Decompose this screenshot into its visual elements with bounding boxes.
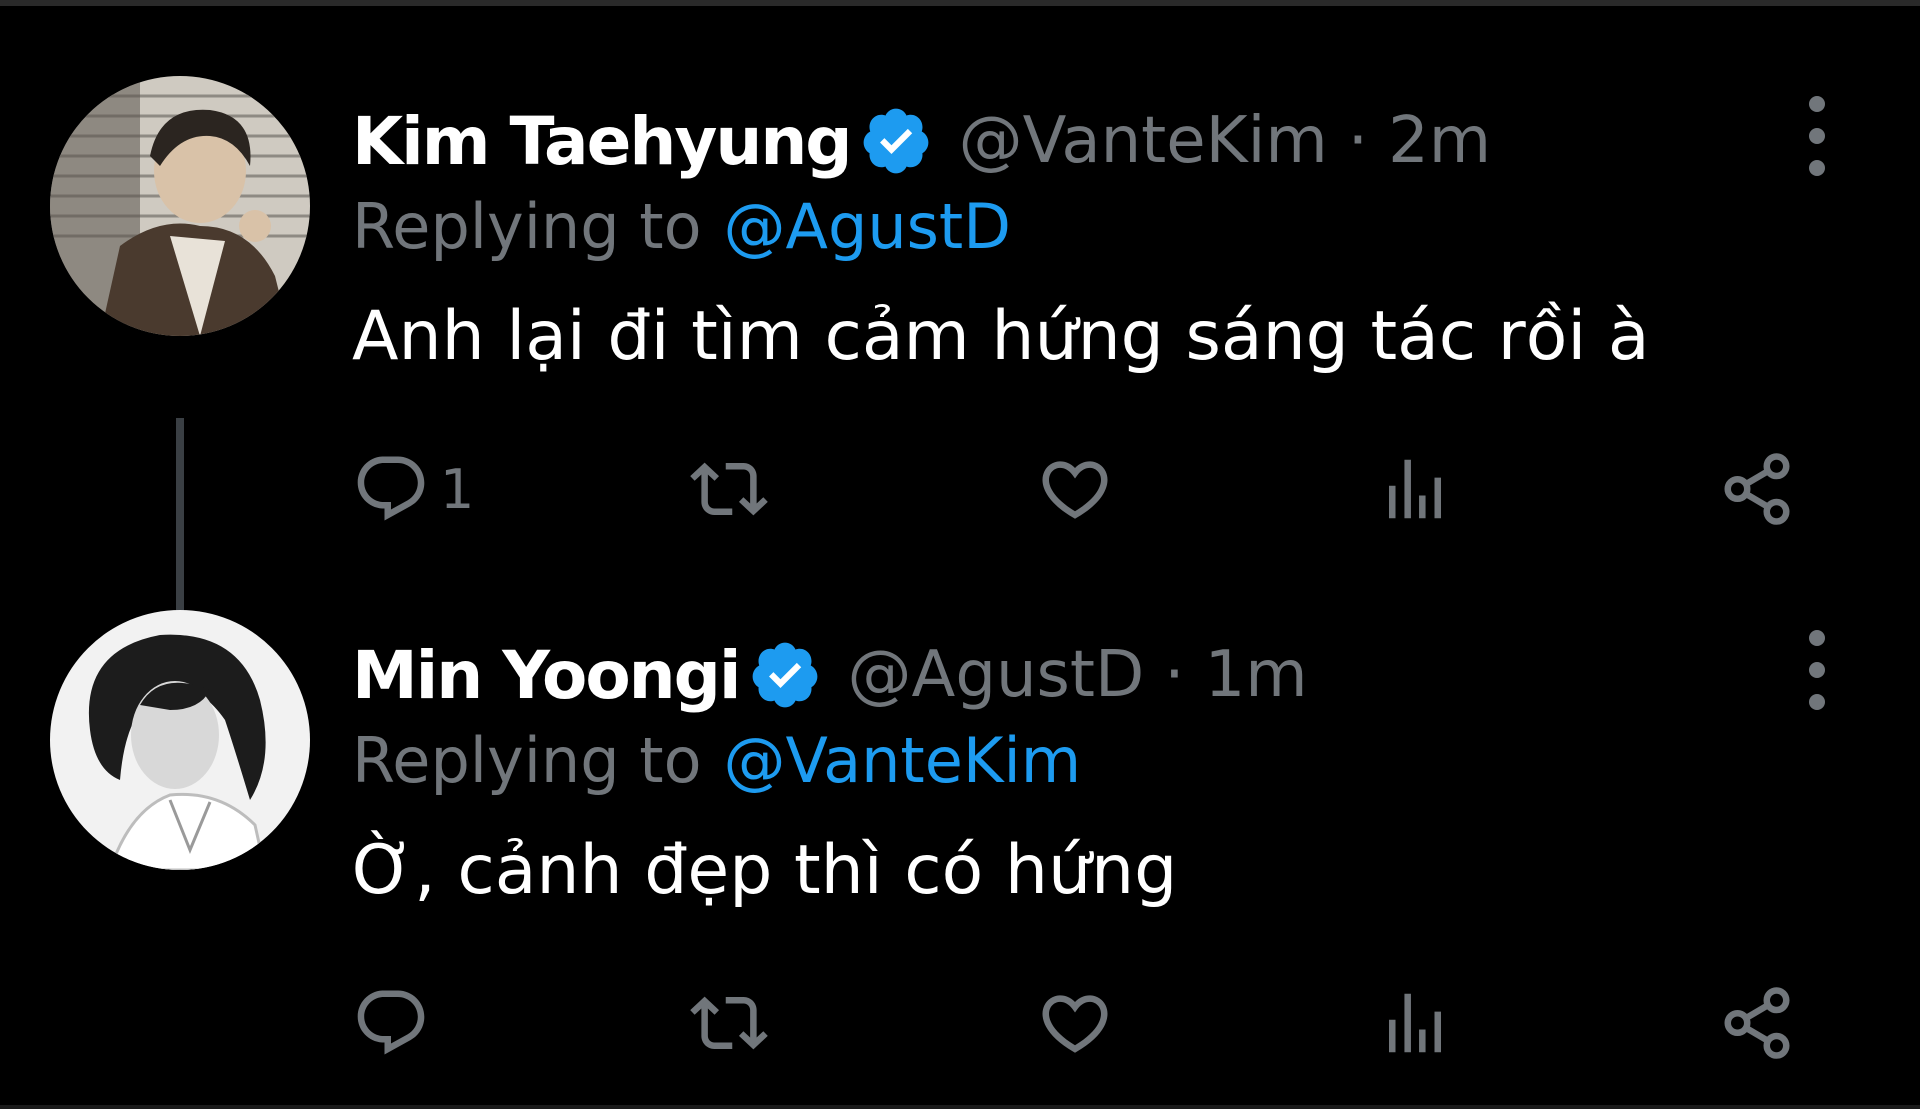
share-icon [1724, 987, 1790, 1059]
reply-mention-link[interactable]: @AgustD [724, 190, 1011, 263]
avatar[interactable] [50, 610, 310, 870]
views-button[interactable] [1376, 444, 1454, 534]
timestamp[interactable]: 1m [1205, 638, 1308, 712]
views-button[interactable] [1376, 978, 1454, 1068]
replying-to-label: Replying to [352, 723, 702, 797]
reply-icon [357, 456, 425, 521]
more-vertical-icon[interactable] [1792, 624, 1842, 716]
action-bar: 1 [0, 444, 1920, 534]
share-button[interactable] [1718, 978, 1796, 1068]
reply-button[interactable]: 1 [352, 444, 474, 534]
action-bar [0, 978, 1920, 1068]
user-handle[interactable]: @VanteKim [959, 104, 1328, 178]
more-vertical-icon[interactable] [1792, 90, 1842, 182]
reply-icon [357, 990, 425, 1055]
like-button[interactable] [1036, 978, 1114, 1068]
display-name[interactable]: Min Yoongi [352, 637, 742, 714]
share-icon [1724, 453, 1790, 525]
replying-to: Replying to @VanteKim [352, 718, 1081, 802]
retweet-icon [690, 462, 768, 516]
separator: · [1347, 104, 1369, 178]
retweet-button[interactable] [690, 978, 768, 1068]
heart-icon [1042, 461, 1108, 519]
replying-to-label: Replying to [352, 189, 702, 263]
verified-badge-icon [752, 642, 817, 708]
separator: · [1164, 638, 1185, 712]
avatar[interactable] [50, 76, 310, 336]
tweet-text: Ờ, cảnh đẹp thì có hứng [352, 831, 1178, 910]
avatar-photo [50, 610, 310, 870]
tweet[interactable]: Min Yoongi @AgustD · 1m Replying to @Van… [0, 610, 1920, 1080]
display-name[interactable]: Kim Taehyung [352, 103, 853, 180]
user-handle[interactable]: @AgustD [848, 638, 1145, 712]
avatar-photo [50, 76, 310, 336]
heart-icon [1042, 995, 1108, 1053]
bottom-border [0, 1105, 1920, 1109]
views-chart-icon [1389, 459, 1441, 519]
replying-to: Replying to @AgustD [352, 184, 1011, 268]
reply-button[interactable] [352, 978, 440, 1068]
tweet-header: Kim Taehyung @VanteKim · 2m [352, 98, 1491, 184]
tweet[interactable]: Kim Taehyung @VanteKim · 2m Replying to … [0, 76, 1920, 682]
retweet-button[interactable] [690, 444, 768, 534]
top-border [0, 0, 1920, 6]
reply-count: 1 [440, 457, 475, 521]
tweet-text: Anh lại đi tìm cảm hứng sáng tác rồi à [352, 297, 1650, 376]
retweet-icon [690, 996, 768, 1050]
timestamp[interactable]: 2m [1388, 104, 1491, 178]
views-chart-icon [1389, 993, 1441, 1053]
reply-mention-link[interactable]: @VanteKim [724, 724, 1082, 797]
like-button[interactable] [1036, 444, 1114, 534]
verified-badge-icon [863, 108, 928, 174]
share-button[interactable] [1718, 444, 1796, 534]
tweet-header: Min Yoongi @AgustD · 1m [352, 632, 1308, 718]
